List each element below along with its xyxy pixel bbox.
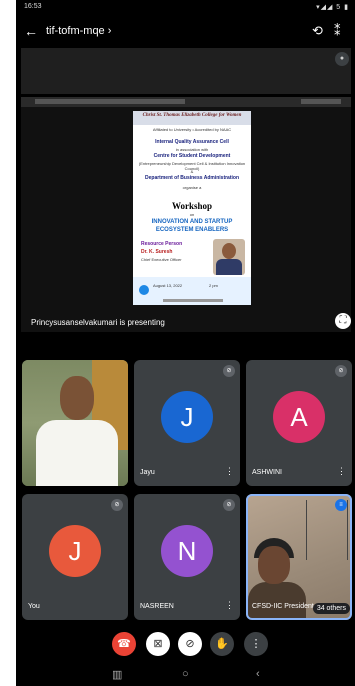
more-options-icon[interactable]: ⋮ (225, 466, 234, 477)
mic-off-icon: ⊘ (111, 499, 123, 511)
poster-workshop: Workshop (171, 201, 213, 211)
participant-name: ASHWINI (252, 469, 282, 476)
recent-apps-icon[interactable]: ▥ (112, 668, 122, 681)
speaking-icon: ≡ (335, 499, 347, 511)
avatar: N (161, 525, 213, 577)
poster-rp-desc: Chief Executive Officer (141, 257, 182, 262)
more-options-icon[interactable]: ⋮ (337, 466, 346, 477)
call-controls: ☎ ⊠ ⊘ ✋ ⋮ (16, 628, 355, 662)
participant-name: Jayu (140, 469, 155, 476)
toolbar-filename (35, 99, 185, 104)
workshop-poster: Christ St. Thomas Elizabeth College for … (133, 111, 251, 305)
participant-name: CFSD-IIC President (252, 603, 314, 610)
participant-tile-ashwini[interactable]: ⊘ A ASHWINI ⋮ (246, 360, 352, 486)
poster-theme-1: INNOVATION AND STARTUP (151, 219, 233, 225)
poster-date: August 13, 2022 (153, 283, 183, 288)
poster-organise: organise a (182, 185, 202, 190)
poster-iqac: Internal Quality Assurance Cell (155, 139, 229, 145)
more-options-icon[interactable]: ⋮ (244, 632, 268, 656)
poster-and: & (190, 169, 194, 174)
self-view-strip: ● (21, 48, 351, 94)
participant-tile-1[interactable] (22, 360, 128, 486)
participant-name: NASREEN (140, 603, 174, 610)
status-time: 16:53 (24, 3, 42, 10)
poster-college: Christ St. Thomas Elizabeth College for … (142, 113, 242, 118)
poster-dept: Department of Business Administration (145, 175, 239, 181)
presentation-toolbar (21, 97, 351, 107)
avatar: A (273, 391, 325, 443)
resource-person-photo (213, 239, 245, 275)
participant-video (36, 420, 118, 486)
more-options-icon[interactable]: ⋮ (225, 600, 234, 611)
status-bar: 16:53 ▾◢◢ 5 ▮ (16, 0, 355, 14)
poster-college-sub: Affiliated to University • Accredited by… (152, 127, 232, 132)
poster-footer: August 13, 2022 2 pm (133, 277, 251, 305)
meeting-top-bar: ← tif-tofm-mqe › ⟲ ⁑ (16, 16, 355, 46)
mic-off-icon: ⊘ (223, 365, 235, 377)
mic-off-icon: ⊘ (335, 365, 347, 377)
participant-name: You (28, 603, 40, 610)
mic-off-icon[interactable]: ⊘ (178, 632, 202, 656)
camera-off-icon[interactable]: ⊠ (146, 632, 170, 656)
poster-rp-name: Dr. K. Suresh (141, 249, 173, 255)
poster-header: Christ St. Thomas Elizabeth College for … (133, 111, 251, 125)
avatar: J (161, 391, 213, 443)
poster-on: on (189, 212, 195, 217)
switch-camera-icon[interactable]: ⟲ (312, 23, 323, 39)
poster-time: 2 pm (209, 283, 218, 288)
poster-theme-2: ECOSYSTEM ENABLERS (155, 227, 229, 233)
avatar: J (49, 525, 101, 577)
back-nav-icon[interactable]: ‹ (256, 668, 260, 680)
back-arrow-icon[interactable]: ← (24, 23, 38, 39)
bluetooth-icon[interactable]: ⁑ (334, 23, 341, 39)
poster-csd: Centre for Student Development (153, 153, 231, 159)
others-count[interactable]: 34 others (312, 603, 350, 614)
home-icon[interactable]: ○ (182, 668, 189, 680)
participant-tile-jayu[interactable]: ⊘ J Jayu ⋮ (134, 360, 240, 486)
participant-tile-cfsd[interactable]: ≡ CFSD-IIC President 34 others (246, 494, 352, 620)
presentation-area: Christ St. Thomas Elizabeth College for … (21, 97, 351, 332)
raise-hand-icon[interactable]: ✋ (210, 632, 234, 656)
end-call-icon[interactable]: ☎ (112, 632, 136, 656)
participant-tile-you[interactable]: ⊘ J You (22, 494, 128, 620)
phone-screen: 16:53 ▾◢◢ 5 ▮ ← tif-tofm-mqe › ⟲ ⁑ ● Chr… (16, 0, 355, 686)
meeting-code[interactable]: tif-tofm-mqe › (46, 25, 111, 37)
pin-icon[interactable]: ● (335, 52, 349, 66)
expand-icon[interactable]: ⛶ (335, 313, 351, 329)
participant-tile-nasreen[interactable]: ⊘ N NASREEN ⋮ (134, 494, 240, 620)
participant-face (60, 376, 94, 420)
poster-association: in association with (175, 147, 209, 152)
presenter-label: Princysusanselvakumari is presenting (31, 318, 165, 327)
android-nav-bar: ▥ ○ ‹ (16, 664, 355, 686)
mic-off-icon: ⊘ (223, 499, 235, 511)
toolbar-controls (301, 99, 341, 104)
poster-logos (163, 299, 223, 302)
status-icons: ▾◢◢ 5 ▮ (316, 4, 349, 11)
active-speaker-border (246, 494, 352, 620)
meet-icon (139, 285, 149, 295)
poster-rp-label: Resource Person (141, 241, 183, 247)
